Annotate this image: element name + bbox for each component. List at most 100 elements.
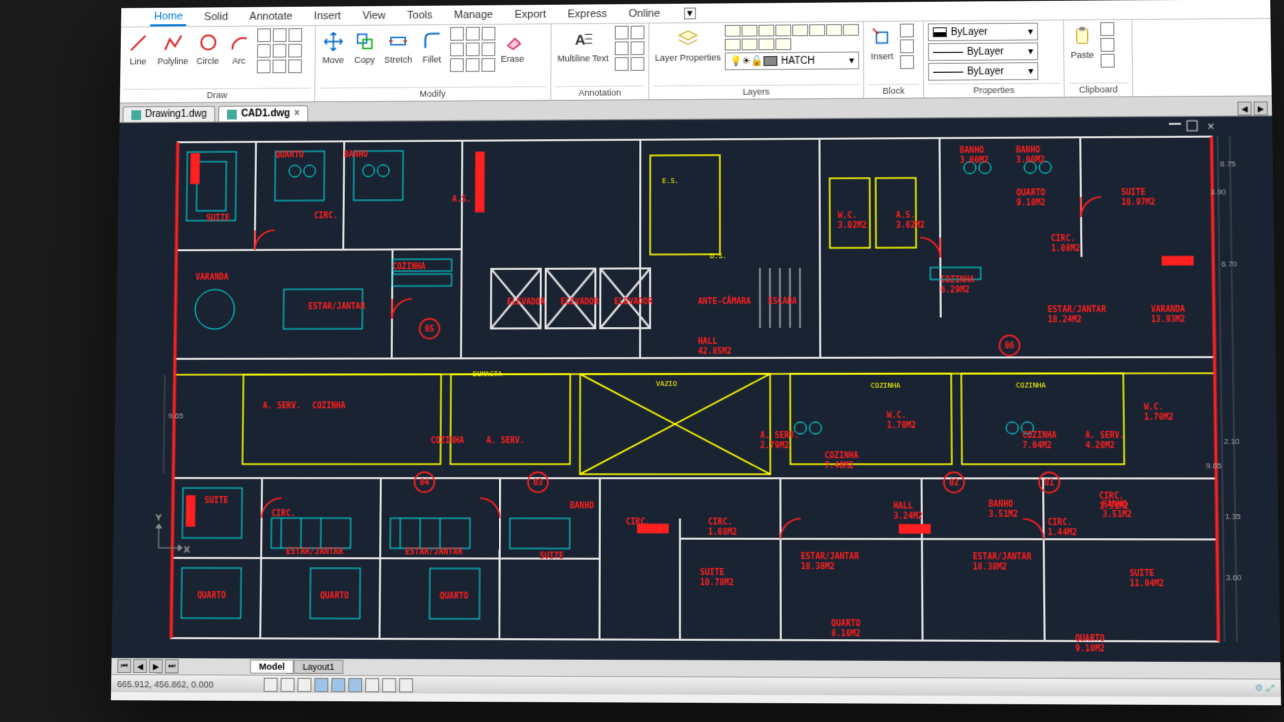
mini-tool[interactable] xyxy=(615,41,629,55)
tab-home[interactable]: Home xyxy=(150,8,187,26)
mini-tool[interactable] xyxy=(288,28,302,42)
tab-scroll-right[interactable]: ▶ xyxy=(1254,101,1268,115)
mini-tool[interactable] xyxy=(630,26,644,40)
mini-tool[interactable] xyxy=(256,60,270,74)
expand-icon[interactable]: ▾ xyxy=(684,7,696,19)
mini-tool[interactable] xyxy=(465,58,479,72)
grid-toggle[interactable] xyxy=(280,677,294,691)
expand-icon[interactable]: ⤢ xyxy=(1267,683,1275,694)
tool-multiline-text[interactable]: AMultiline Text xyxy=(555,26,610,66)
mini-tool[interactable] xyxy=(288,44,302,58)
tab-scroll-left[interactable]: ◀ xyxy=(1237,101,1251,115)
tab-nav-prev[interactable]: ◀ xyxy=(133,659,147,673)
model-toggle[interactable] xyxy=(399,678,413,692)
mini-tool[interactable] xyxy=(481,27,495,41)
room-label: A. SERV. xyxy=(1085,431,1124,440)
tool-layer-properties[interactable]: Layer Properties xyxy=(653,25,722,71)
mini-tool[interactable] xyxy=(288,59,302,73)
gear-icon[interactable]: ⚙ xyxy=(1255,683,1263,694)
layout-tab[interactable]: Layout1 xyxy=(294,660,344,674)
mini-tool[interactable] xyxy=(450,43,464,57)
cut-icon[interactable] xyxy=(1100,22,1114,36)
tab-online[interactable]: Online xyxy=(625,5,664,21)
doc-tab[interactable]: Drawing1.dwg xyxy=(123,106,216,122)
tool-insert[interactable]: Insert xyxy=(868,24,896,64)
tab-solid[interactable]: Solid xyxy=(200,9,232,25)
otrack-toggle[interactable] xyxy=(348,678,362,692)
layer-mini[interactable] xyxy=(843,24,859,36)
tab-nav-first[interactable]: ⏮ xyxy=(117,659,131,673)
mini-tool[interactable] xyxy=(449,58,463,72)
drawing-canvas[interactable]: X Y × SUITEQUARTOVARANDACIRC.ESTAR/JANTA… xyxy=(112,116,1281,662)
mini-tool[interactable] xyxy=(272,44,286,58)
tool-arc[interactable]: Arc xyxy=(225,29,253,68)
tool-copy[interactable]: Copy xyxy=(351,28,379,67)
room-label: BANHO xyxy=(989,500,1014,509)
mini-tool[interactable] xyxy=(465,42,479,56)
mini-tool[interactable] xyxy=(900,39,914,53)
mini-tool[interactable] xyxy=(900,55,914,69)
osnap-toggle[interactable] xyxy=(331,677,345,691)
layer-mini[interactable] xyxy=(741,38,757,50)
mini-tool[interactable] xyxy=(257,28,271,42)
room-label: ESCADA xyxy=(768,297,797,306)
tab-nav-next[interactable]: ▶ xyxy=(149,659,163,673)
tab-insert[interactable]: Insert xyxy=(310,8,345,24)
mini-tool[interactable] xyxy=(481,42,495,56)
mini-tool[interactable] xyxy=(272,28,286,42)
svg-text:01: 01 xyxy=(1044,478,1054,487)
match-icon[interactable] xyxy=(1100,54,1114,68)
lwt-toggle[interactable] xyxy=(382,678,396,692)
tool-paste[interactable]: Paste xyxy=(1068,22,1097,62)
ribbon-group-layers: Layer Properties 💡☀🔓 HATCH ▾ xyxy=(649,22,864,99)
tab-view[interactable]: View xyxy=(358,7,389,23)
mini-tool[interactable] xyxy=(615,57,629,71)
tool-fillet[interactable]: Fillet xyxy=(418,27,446,66)
layer-mini[interactable] xyxy=(775,24,791,36)
layer-mini[interactable] xyxy=(775,38,791,50)
layer-mini[interactable] xyxy=(741,25,757,37)
tab-nav-last[interactable]: ⏭ xyxy=(165,659,179,673)
lightbulb-icon: 💡 xyxy=(730,56,742,67)
tool-line[interactable]: Line xyxy=(124,29,152,68)
tab-express[interactable]: Express xyxy=(564,6,611,22)
tool-move[interactable]: Move xyxy=(319,28,347,67)
layer-mini[interactable] xyxy=(758,38,774,50)
layer-selector[interactable]: 💡☀🔓 HATCH ▾ xyxy=(725,52,859,71)
color-selector[interactable]: ByLayer▾ xyxy=(928,23,1038,42)
tab-manage[interactable]: Manage xyxy=(450,7,497,23)
tool-polyline[interactable]: Polyline xyxy=(155,29,190,68)
tab-export[interactable]: Export xyxy=(511,6,550,22)
dyn-toggle[interactable] xyxy=(365,678,379,692)
layer-mini[interactable] xyxy=(792,24,808,36)
linetype-selector[interactable]: ByLayer▾ xyxy=(928,62,1038,81)
layer-mini[interactable] xyxy=(826,24,842,36)
tool-erase[interactable]: Erase xyxy=(499,26,527,65)
tool-circle[interactable]: Circle xyxy=(194,29,222,68)
mini-tool[interactable] xyxy=(615,26,629,40)
layer-mini[interactable] xyxy=(758,25,774,37)
model-tab[interactable]: Model xyxy=(250,660,294,674)
ortho-toggle[interactable] xyxy=(297,677,311,691)
mini-tool[interactable] xyxy=(630,57,644,71)
mini-tool[interactable] xyxy=(257,44,271,58)
mini-tool[interactable] xyxy=(272,59,286,73)
tab-tools[interactable]: Tools xyxy=(403,7,436,23)
mini-tool[interactable] xyxy=(900,24,914,38)
copy-icon[interactable] xyxy=(1100,38,1114,52)
room-label: QUARTO xyxy=(440,592,469,601)
close-icon[interactable]: × xyxy=(294,108,300,119)
snap-toggle[interactable] xyxy=(263,677,277,691)
tool-stretch[interactable]: Stretch xyxy=(382,27,414,66)
layer-mini[interactable] xyxy=(725,39,741,51)
tab-annotate[interactable]: Annotate xyxy=(245,8,296,24)
lineweight-selector[interactable]: ByLayer▾ xyxy=(928,42,1038,61)
doc-tab-active[interactable]: CAD1.dwg× xyxy=(218,105,308,121)
mini-tool[interactable] xyxy=(630,41,644,55)
layer-mini[interactable] xyxy=(809,24,825,36)
mini-tool[interactable] xyxy=(465,27,479,41)
polar-toggle[interactable] xyxy=(314,677,328,691)
mini-tool[interactable] xyxy=(450,27,464,41)
mini-tool[interactable] xyxy=(481,58,495,72)
layer-mini[interactable] xyxy=(725,25,741,37)
